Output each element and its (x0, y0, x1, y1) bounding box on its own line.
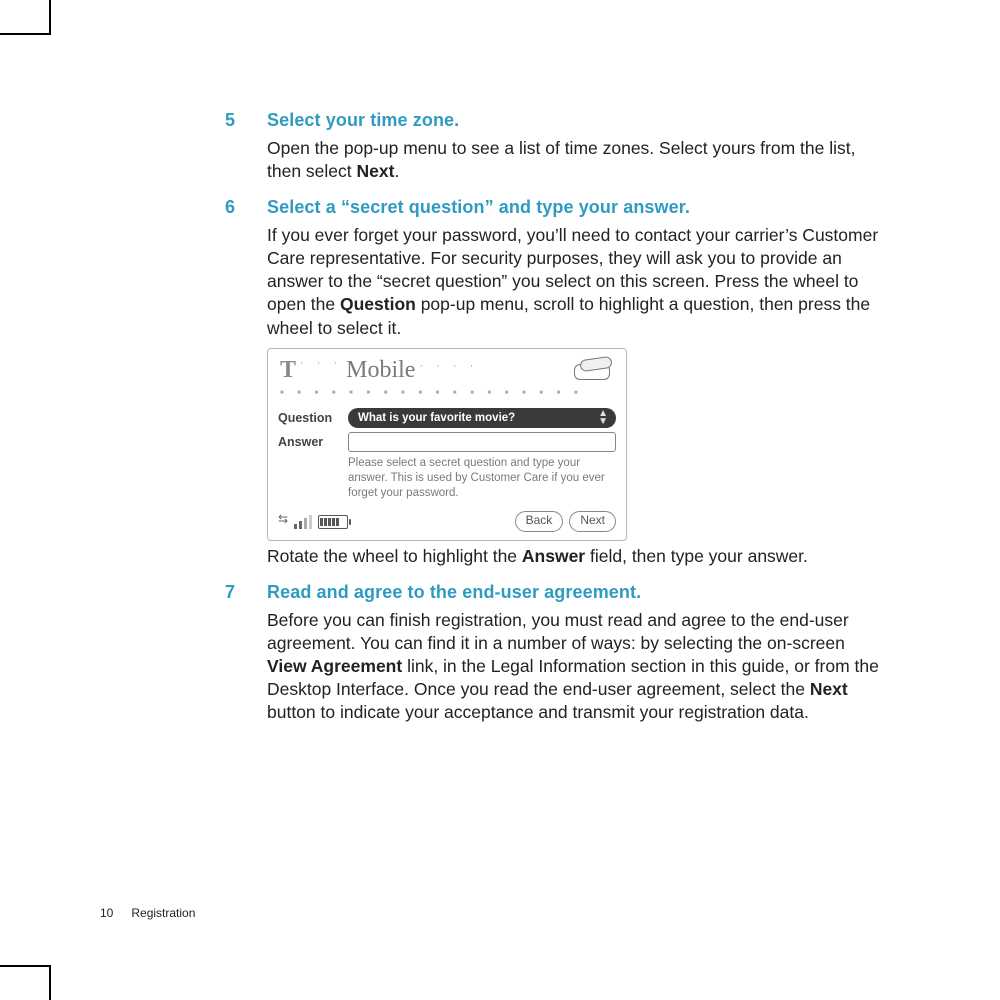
step-5-number: 5 (100, 110, 235, 131)
question-label: Question (278, 410, 340, 427)
step-7-number: 7 (100, 582, 235, 603)
bold-next-2: Next (810, 679, 848, 699)
bold-next: Next (357, 161, 395, 181)
text: Open the pop-up menu to see a list of ti… (267, 138, 856, 181)
crop-mark-tl-h (0, 33, 51, 35)
page-footer: 10 Registration (100, 906, 195, 920)
crop-mark-bl-h (0, 965, 51, 967)
brand-logo: T · · · Mobile · · · · (280, 355, 478, 387)
crop-mark-bl-v (49, 965, 51, 1000)
brand-mobile: Mobile (346, 355, 415, 387)
question-value: What is your favorite movie? (358, 411, 515, 426)
question-dropdown[interactable]: What is your favorite movie? ▲▼ (348, 408, 616, 428)
page-content: 5 Select your time zone. Open the pop-up… (100, 110, 940, 738)
next-button[interactable]: Next (569, 511, 616, 532)
device-screenshot: T · · · Mobile · · · · ■ ■ ■ ■ ■ ■ ■ ■ ■… (267, 348, 887, 541)
step-6-title: Select a “secret question” and type your… (267, 197, 690, 218)
step-6-number: 6 (100, 197, 235, 218)
signal-icon (294, 515, 312, 529)
step-7: 7 Read and agree to the end-user agreeme… (100, 582, 940, 724)
crop-mark-tl-v (49, 0, 51, 35)
step-6-body: If you ever forget your password, you’ll… (267, 224, 887, 568)
phone-icon (572, 358, 614, 382)
step-6: 6 Select a “secret question” and type yo… (100, 197, 940, 568)
connection-icon: ⇆ (278, 512, 288, 528)
battery-icon (318, 515, 348, 529)
helper-text: Please select a secret question and type… (348, 456, 616, 501)
text: button to indicate your acceptance and t… (267, 702, 809, 722)
back-button[interactable]: Back (515, 511, 564, 532)
step-6-caption: Rotate the wheel to highlight the Answer… (267, 545, 887, 568)
step-5: 5 Select your time zone. Open the pop-up… (100, 110, 940, 183)
text: field, then type your answer. (585, 546, 808, 566)
decorative-dots: ■ ■ ■ ■ ■ ■ ■ ■ ■ ■ ■ ■ ■ ■ ■ ■ ■ ■ (278, 388, 616, 404)
text: Before you can finish registration, you … (267, 610, 849, 653)
answer-label: Answer (278, 434, 340, 451)
bold-answer: Answer (522, 546, 585, 566)
step-7-body: Before you can finish registration, you … (267, 609, 887, 724)
page-number: 10 (100, 906, 113, 920)
bold-view-agreement: View Agreement (267, 656, 402, 676)
text: . (394, 161, 399, 181)
brand-dots: · · · (300, 356, 342, 371)
section-name: Registration (131, 906, 195, 920)
status-icons: ⇆ (278, 514, 348, 530)
step-7-title: Read and agree to the end-user agreement… (267, 582, 641, 603)
text: Rotate the wheel to highlight the (267, 546, 522, 566)
brand-t: T (280, 355, 296, 387)
spinner-icon: ▲▼ (598, 410, 608, 426)
step-5-body: Open the pop-up menu to see a list of ti… (267, 137, 887, 183)
step-5-title: Select your time zone. (267, 110, 459, 131)
brand-dots-right: · · · · (419, 359, 478, 374)
answer-input[interactable] (348, 432, 616, 452)
bold-question: Question (340, 294, 416, 314)
